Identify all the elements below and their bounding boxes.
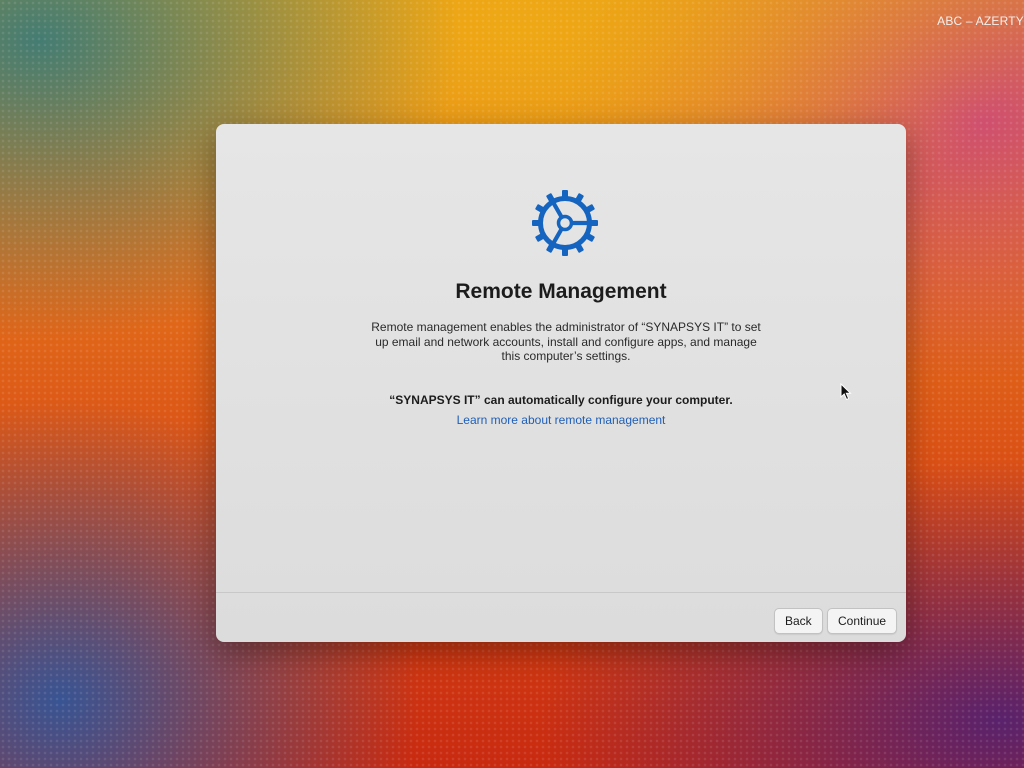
auto-configure-notice: “SYNAPSYS IT” can automatically configur…	[389, 393, 733, 407]
setup-dialog: Remote Management Remote management enab…	[216, 124, 906, 642]
description-text: Remote management enables the administra…	[371, 320, 761, 363]
learn-more-link[interactable]: Learn more about remote management	[216, 413, 906, 427]
footer-divider	[216, 592, 906, 593]
gear-icon	[532, 190, 598, 256]
continue-button[interactable]: Continue	[827, 608, 898, 634]
back-button[interactable]: Back	[774, 608, 823, 634]
input-source-indicator[interactable]: ABC – AZERTY	[937, 14, 1024, 28]
mouse-pointer-icon	[840, 383, 852, 401]
desktop: ABC – AZERTY Remote Management Remote ma…	[0, 0, 1024, 768]
page-title: Remote Management	[455, 280, 667, 303]
